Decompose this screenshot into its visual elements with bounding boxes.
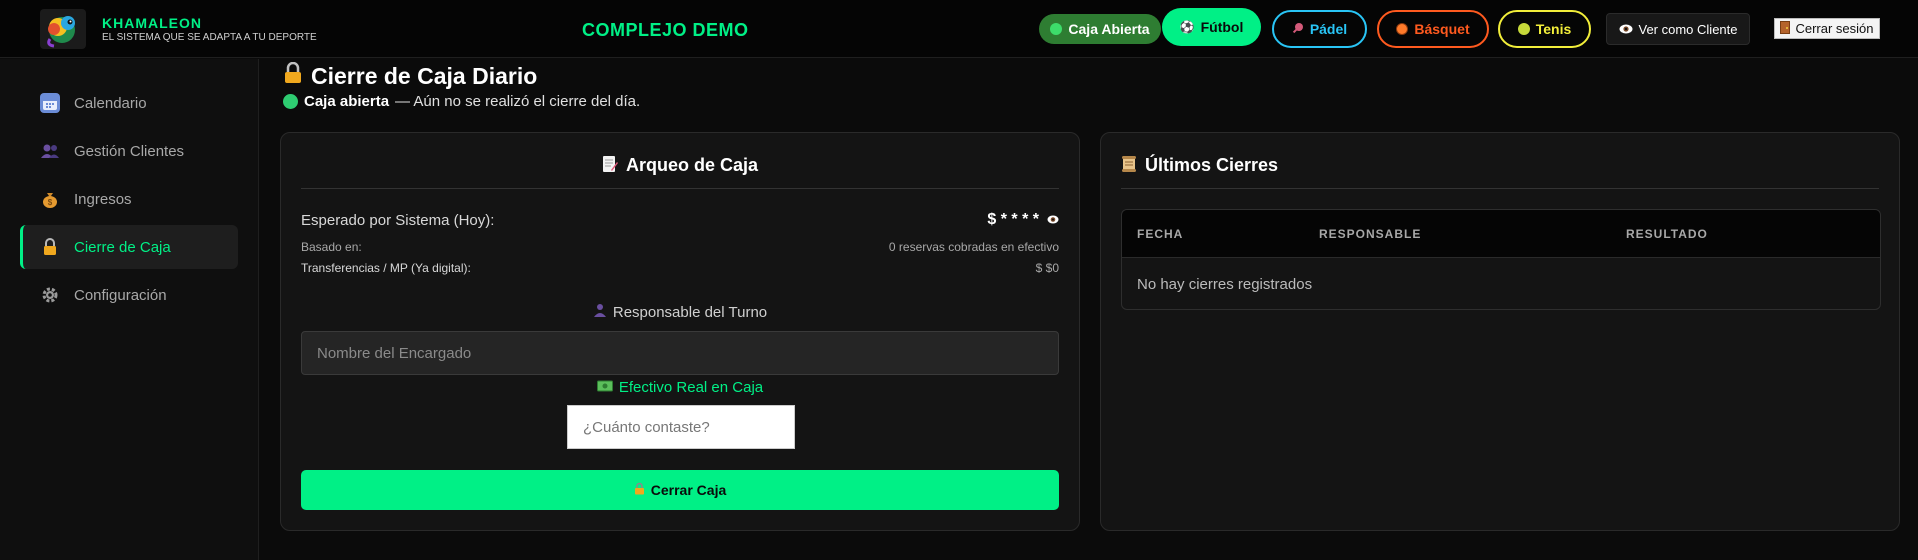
sport-padel-label: Pádel [1309, 21, 1348, 37]
transfers-row: Transferencias / MP (Ya digital): $ $0 [301, 261, 1059, 275]
close-cash-label: Cerrar Caja [650, 482, 727, 498]
sidebar-item-label: Gestión Clientes [74, 142, 185, 160]
users-icon [40, 141, 60, 161]
closures-title-text: Últimos Cierres [1145, 155, 1279, 175]
lock-icon [40, 237, 60, 257]
cash-status-line: Caja abierta — Aún no se realizó el cier… [283, 93, 640, 110]
eye-icon [1619, 22, 1633, 37]
sport-futbol-label: Fútbol [1200, 19, 1244, 35]
lock-icon [283, 61, 303, 90]
view-as-client-button[interactable]: Ver como Cliente [1606, 13, 1750, 45]
status-bold-text: Caja abierta [304, 93, 390, 110]
cash-real-label: Efectivo Real en Caja [301, 379, 1059, 396]
sidebar-item-label: Calendario [74, 94, 147, 112]
eye-toggle-icon[interactable] [1047, 211, 1059, 229]
club-name: COMPLEJO DEMO [582, 20, 749, 40]
sport-tenis-button[interactable]: Tenis [1498, 10, 1591, 48]
transfers-label: Transferencias / MP (Ya digital): [301, 261, 471, 275]
logout-label: Cerrar sesión [1795, 21, 1874, 36]
sport-tenis-label: Tenis [1535, 21, 1572, 37]
cash-status-label: Caja Abierta [1068, 21, 1150, 37]
sport-padel-button[interactable]: Pádel [1272, 10, 1367, 48]
basketball-icon [1396, 23, 1409, 35]
gear-icon [40, 285, 60, 305]
sidebar-item-label: Configuración [74, 286, 167, 304]
based-on-value: 0 reservas cobradas en efectivo [888, 240, 1059, 254]
closures-card-title: Últimos Cierres [1121, 153, 1879, 189]
door-icon [1780, 20, 1791, 37]
sport-basquet-button[interactable]: Básquet [1377, 10, 1489, 48]
column-header-fecha: FECHA [1137, 227, 1184, 241]
paddle-icon [1292, 21, 1304, 37]
logout-button[interactable]: Cerrar sesión [1774, 18, 1880, 39]
close-cash-button[interactable]: Cerrar Caja [301, 470, 1059, 510]
top-bar: KHAMALEON EL SISTEMA QUE SE ADAPTA A TU … [0, 0, 1918, 58]
banknote-icon [596, 379, 613, 396]
arqueo-title-text: Arqueo de Caja [625, 155, 759, 175]
closures-empty-message: No hay cierres registrados [1137, 276, 1313, 293]
cash-real-label-text: Efectivo Real en Caja [618, 379, 764, 396]
arqueo-card: Arqueo de Caja Esperado por Sistema (Hoy… [280, 132, 1080, 531]
sidebar-item-calendario[interactable]: Calendario [20, 81, 238, 125]
expected-label: Esperado por Sistema (Hoy): [301, 211, 495, 229]
calendar-icon [40, 93, 60, 113]
arqueo-card-title: Arqueo de Caja [301, 153, 1059, 189]
cash-status-badge: Caja Abierta [1039, 14, 1161, 44]
sidebar-item-gestion-clientes[interactable]: Gestión Clientes [20, 129, 238, 173]
closures-table-header: FECHA RESPONSABLE RESULTADO [1122, 210, 1880, 257]
status-dot-icon [283, 94, 298, 109]
transfers-value: $ $0 [1035, 261, 1059, 275]
sidebar-item-configuracion[interactable]: Configuración [20, 273, 238, 317]
closures-card: Últimos Cierres FECHA RESPONSABLE RESULT… [1100, 132, 1900, 531]
brand-tagline: EL SISTEMA QUE SE ADAPTA A TU DEPORTE [102, 32, 317, 43]
status-description: — Aún no se realizó el cierre del día. [395, 93, 641, 110]
status-dot-icon [1050, 23, 1063, 35]
based-on-label: Basado en: [301, 240, 362, 254]
column-header-resultado: RESULTADO [1626, 227, 1708, 241]
soccer-ball-icon: ⚽ [1179, 20, 1195, 34]
chameleon-logo-icon [40, 9, 86, 49]
memo-icon [602, 155, 618, 178]
sidebar-item-ingresos[interactable]: $ Ingresos [20, 177, 238, 221]
expected-row: Esperado por Sistema (Hoy): $ * * * * [301, 211, 1059, 229]
person-icon [593, 303, 607, 321]
view-as-client-label: Ver como Cliente [1638, 21, 1738, 37]
responsible-label-text: Responsable del Turno [612, 303, 768, 321]
column-header-responsable: RESPONSABLE [1319, 227, 1422, 241]
responsible-label: Responsable del Turno [301, 303, 1059, 321]
lock-icon [634, 482, 645, 498]
responsible-name-input[interactable] [301, 331, 1059, 375]
cash-count-input[interactable] [567, 405, 795, 449]
scroll-icon [1121, 155, 1137, 178]
sidebar-item-label: Ingresos [74, 190, 132, 208]
sport-basquet-label: Básquet [1414, 21, 1470, 37]
sidebar-item-label: Cierre de Caja [74, 238, 171, 256]
sidebar: Calendario Gestión Clientes $ Ingresos C… [0, 59, 259, 560]
money-bag-icon: $ [40, 189, 60, 209]
expected-amount: $ * * * * [987, 211, 1039, 228]
tennis-ball-icon [1517, 23, 1530, 35]
svg-text:$: $ [48, 198, 53, 207]
expected-value: $ * * * * [987, 211, 1059, 229]
brand-name: KHAMALEON [102, 15, 202, 31]
page-title-text: Cierre de Caja Diario [311, 62, 538, 89]
based-on-row: Basado en: 0 reservas cobradas en efecti… [301, 240, 1059, 254]
closures-empty-row: No hay cierres registrados [1122, 257, 1880, 309]
closures-table: FECHA RESPONSABLE RESULTADO No hay cierr… [1121, 209, 1881, 310]
sidebar-item-cierre-de-caja[interactable]: Cierre de Caja [20, 225, 238, 269]
page-title: Cierre de Caja Diario [283, 61, 538, 90]
sport-futbol-button[interactable]: ⚽ Fútbol [1162, 8, 1261, 46]
